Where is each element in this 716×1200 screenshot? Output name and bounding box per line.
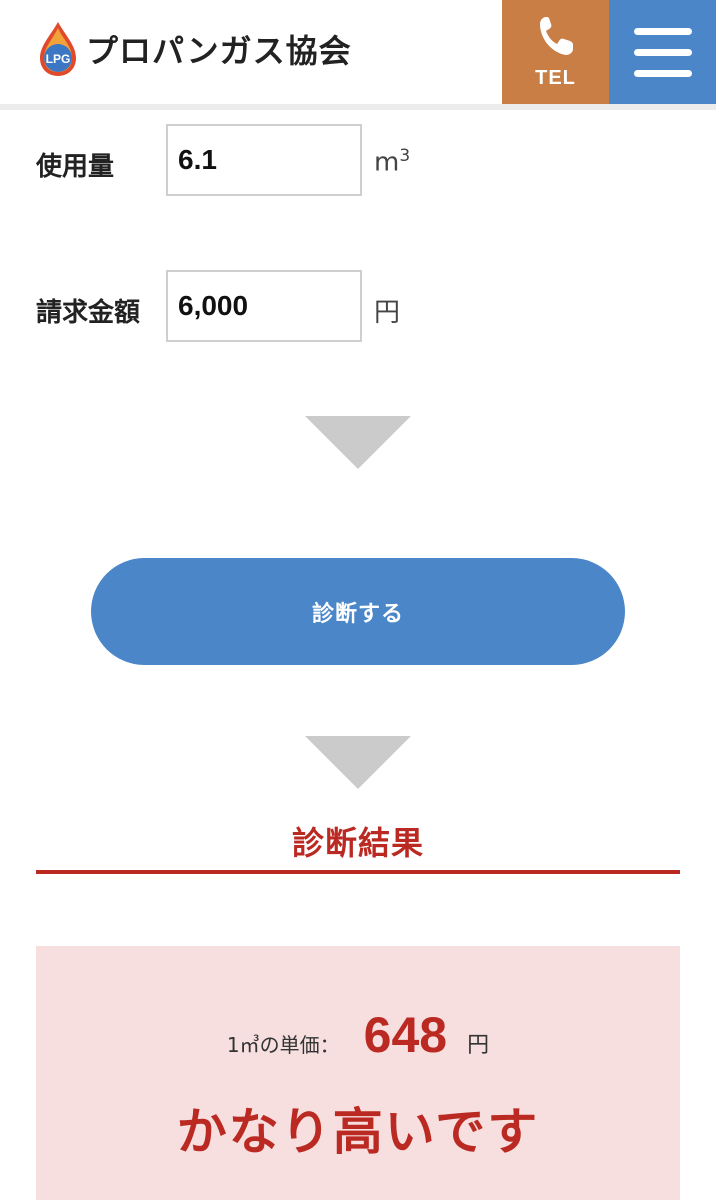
result-box: 1㎥の単価： 648 円 かなり高いです bbox=[36, 946, 680, 1200]
tel-label: TEL bbox=[535, 66, 576, 89]
result-title-underline bbox=[36, 870, 680, 874]
usage-input[interactable] bbox=[166, 124, 362, 196]
billing-unit: 円 bbox=[374, 298, 401, 328]
svg-text:LPG: LPG bbox=[46, 52, 71, 66]
unit-price-row: 1㎥の単価： 648 円 bbox=[36, 1006, 680, 1064]
usage-unit: m3 bbox=[374, 146, 411, 178]
diagnose-button[interactable]: 診断する bbox=[91, 558, 625, 665]
result-title: 診断結果 bbox=[291, 824, 424, 862]
unit-price-label: 1㎥の単価： bbox=[226, 1033, 340, 1057]
site-header: LPG プロパンガス協会 TEL bbox=[0, 0, 716, 104]
triangle-down-icon bbox=[305, 416, 411, 469]
triangle-down-icon bbox=[305, 736, 411, 789]
billing-input[interactable] bbox=[166, 270, 362, 342]
logo-text: プロパンガス協会 bbox=[86, 32, 352, 70]
tel-button[interactable]: TEL bbox=[502, 0, 609, 104]
header-divider bbox=[0, 104, 716, 110]
billing-label: 請求金額 bbox=[36, 298, 141, 328]
usage-label: 使用量 bbox=[36, 152, 115, 182]
verdict-text: かなり高いです bbox=[176, 1103, 540, 1161]
hamburger-menu-icon bbox=[633, 21, 692, 84]
unit-price-unit: 円 bbox=[467, 1033, 490, 1058]
site-logo[interactable]: LPG プロパンガス協会 bbox=[38, 18, 351, 80]
unit-price-value: 648 bbox=[363, 1007, 448, 1063]
menu-button[interactable] bbox=[609, 0, 716, 104]
flame-drop-icon: LPG bbox=[38, 20, 78, 78]
phone-icon bbox=[538, 15, 574, 61]
